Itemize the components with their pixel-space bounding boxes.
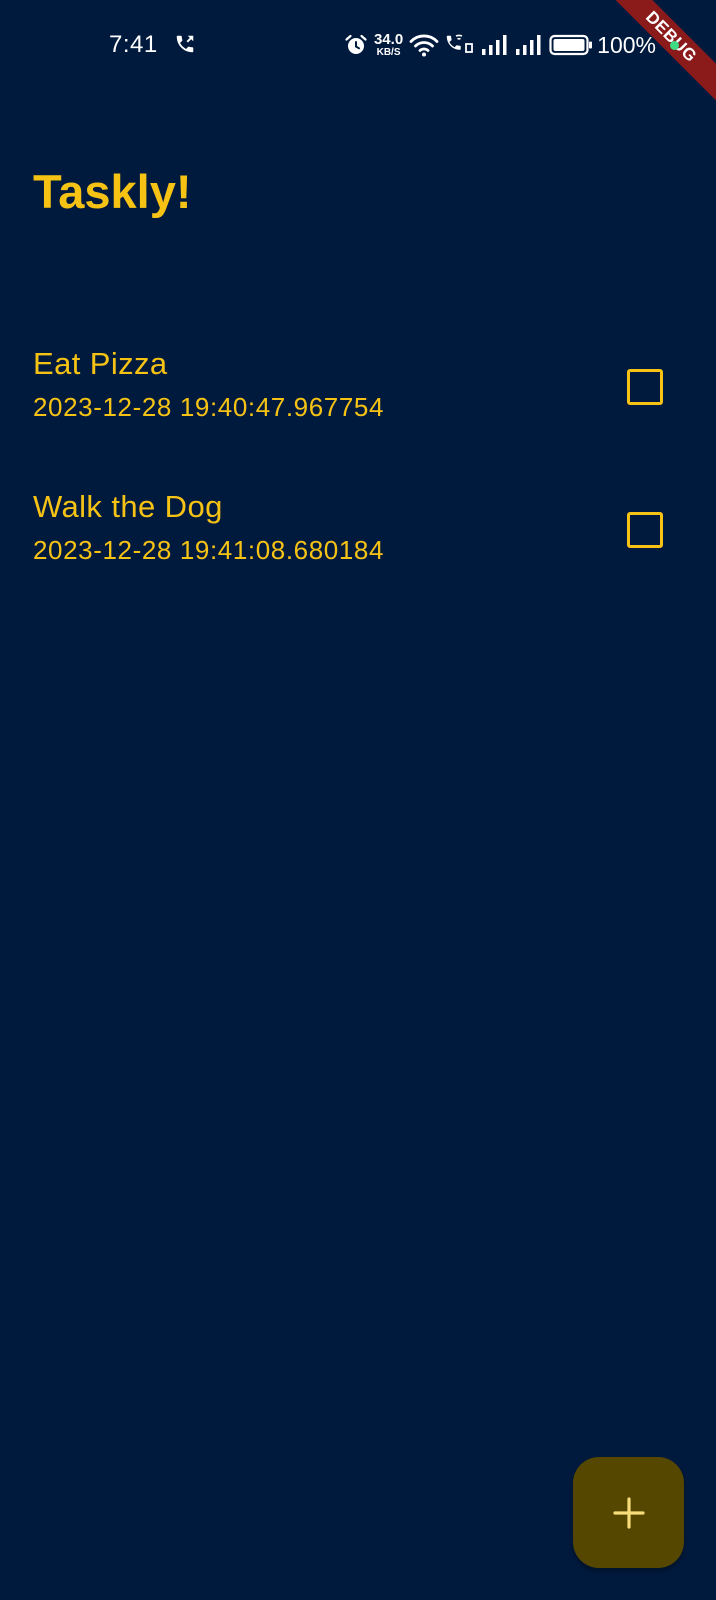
task-title: Eat Pizza — [33, 346, 168, 381]
task-checkbox[interactable] — [627, 512, 663, 548]
task-title: Walk the Dog — [33, 489, 223, 524]
net-speed: 34.0 KB/S — [374, 32, 403, 58]
wifi-icon — [409, 34, 439, 57]
battery-percent: 100% — [597, 31, 656, 58]
net-speed-value: 34.0 — [373, 31, 404, 48]
volte-call-icon — [446, 34, 474, 53]
plus-icon — [612, 1496, 645, 1529]
task-timestamp: 2023-12-28 19:40:47.967754 — [33, 392, 385, 422]
task-item[interactable]: Walk the Dog 2023-12-28 19:41:08.680184 — [0, 473, 716, 616]
signal-icon — [516, 35, 541, 55]
call-icon — [176, 35, 194, 53]
app-title: Taskly! — [33, 165, 192, 218]
task-item[interactable]: Eat Pizza 2023-12-28 19:40:47.967754 — [0, 330, 716, 473]
battery-icon — [549, 34, 593, 56]
net-speed-unit: KB/S — [376, 47, 401, 58]
add-task-button[interactable] — [573, 1457, 684, 1568]
status-bar: 7:41 34.0 KB/S 100% — [0, 0, 716, 92]
status-time: 7:41 — [109, 31, 158, 58]
task-timestamp: 2023-12-28 19:41:08.680184 — [33, 535, 385, 565]
status-icons: 34.0 KB/S 100% — [338, 30, 656, 60]
alarm-icon — [345, 34, 367, 54]
signal-icon — [482, 35, 507, 55]
task-checkbox[interactable] — [627, 369, 663, 405]
task-list: Eat Pizza 2023-12-28 19:40:47.967754 Wal… — [0, 330, 716, 616]
